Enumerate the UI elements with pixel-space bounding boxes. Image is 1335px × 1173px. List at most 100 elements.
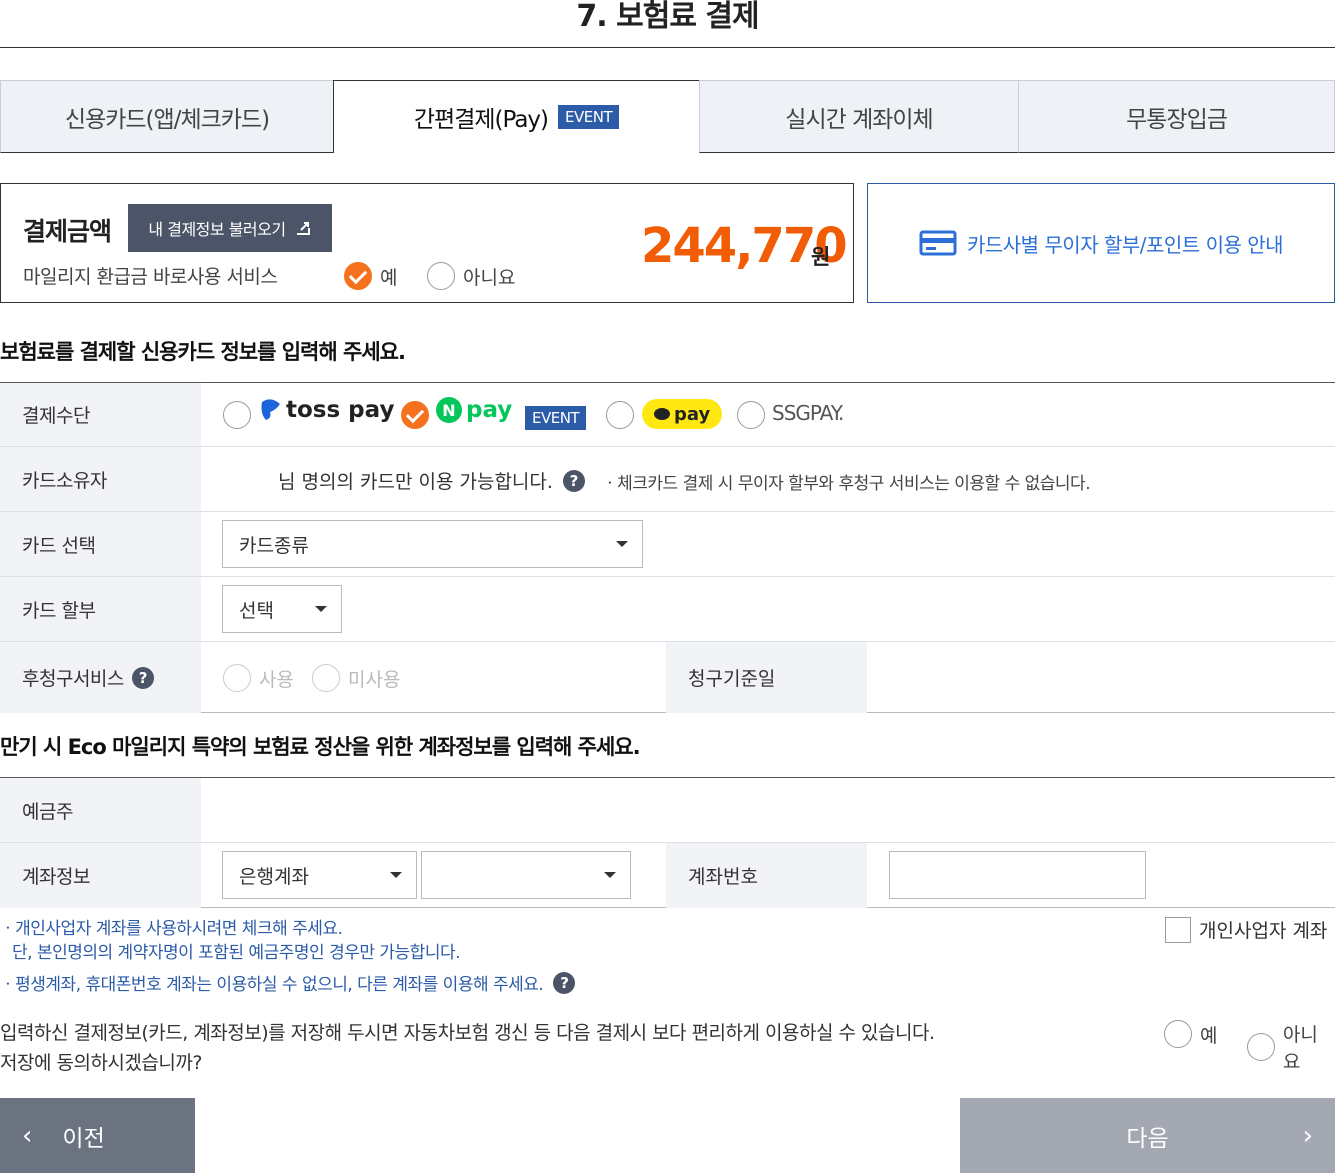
- radio-label: 예: [380, 266, 398, 289]
- billing-date-label: 청구기준일: [666, 642, 867, 713]
- checkbox-label: 개인사업자 계좌: [1199, 920, 1328, 942]
- account-info-label: 계좌정보: [0, 843, 201, 908]
- prev-button-label: 이전: [62, 1125, 105, 1152]
- radio-icon: [1164, 1020, 1192, 1048]
- tab-realtime-transfer[interactable]: 실시간 계좌이체: [699, 80, 1019, 153]
- card-owner-row: 카드소유자 님 명의의 카드만 이용 가능합니다. ? ㆍ체크카드 결제 시 무…: [0, 447, 1335, 512]
- toss-pay-logo: toss pay: [258, 397, 394, 423]
- post-billing-label: 후청구서비스: [22, 668, 124, 690]
- chevron-down-icon: [390, 872, 402, 878]
- mileage-no-radio[interactable]: 아니요: [427, 262, 515, 290]
- help-icon[interactable]: ?: [553, 971, 576, 994]
- post-billing-use-radio[interactable]: 사용: [223, 664, 294, 692]
- credit-card-icon: [919, 230, 957, 256]
- event-badge: EVENT: [558, 105, 620, 129]
- amount-label: 결제금액: [23, 217, 112, 246]
- mileage-service-label: 마일리지 환급금 바로사용 서비스: [23, 266, 278, 288]
- post-billing-label-cell: 후청구서비스 ?: [0, 642, 201, 713]
- business-account-note-detail: 단, 본인명의의 계약자명이 포함된 예금주명인 경우만 가능합니다.: [12, 943, 461, 963]
- tab-simple-pay[interactable]: 간편결제(Pay) EVENT: [333, 80, 700, 153]
- consent-no-radio[interactable]: 아니요: [1247, 1020, 1335, 1074]
- card-type-select[interactable]: 카드종류: [222, 520, 643, 568]
- card-owner-label: 카드소유자: [0, 447, 201, 511]
- page-title: 7. 보험료 결제: [0, 0, 1335, 48]
- naver-pay-text: pay: [466, 397, 513, 423]
- account-holder-label: 예금주: [0, 778, 201, 842]
- ssg-pay-text: SSGPAY.: [772, 401, 844, 425]
- kakao-pay-radio[interactable]: [606, 401, 634, 429]
- radio-label: 아니요: [1282, 1024, 1318, 1073]
- business-account-note: ㆍ개인사업자 계좌를 사용하시려면 체크해 주세요.: [0, 919, 343, 939]
- toss-pay-text: toss pay: [286, 397, 395, 423]
- amount-panel: 결제금액 내 결제정보 불러오기 마일리지 환급금 바로사용 서비스 예 아니요…: [0, 183, 854, 303]
- help-icon[interactable]: ?: [131, 666, 154, 689]
- radio-icon: [223, 664, 251, 692]
- naver-pay-event-badge: EVENT: [525, 406, 587, 430]
- card-select-label: 카드 선택: [0, 512, 201, 576]
- kakao-pay-text: pay: [674, 403, 711, 425]
- business-account-checkbox[interactable]: 개인사업자 계좌: [1165, 916, 1327, 943]
- radio-icon: [312, 664, 340, 692]
- naver-pay-radio[interactable]: [401, 401, 429, 429]
- account-number-label: 계좌번호: [666, 843, 867, 908]
- radio-label: 예: [1200, 1024, 1218, 1047]
- load-icon: [296, 222, 310, 235]
- next-button-label: 다음: [1126, 1125, 1169, 1152]
- chevron-right-icon: ›: [1302, 1121, 1313, 1151]
- checkbox-icon: [1165, 916, 1191, 943]
- account-info-row: 계좌정보 은행계좌 계좌번호: [0, 843, 1335, 908]
- help-icon[interactable]: ?: [562, 469, 585, 492]
- bank-type-select[interactable]: 은행계좌: [222, 851, 417, 899]
- bank-name-select[interactable]: [421, 851, 631, 899]
- card-form-table: 결제수단 toss pay N pay EVENT pay SSGPAY. 카드…: [0, 382, 1335, 713]
- radio-label: 사용: [259, 668, 294, 691]
- load-button-label: 내 결제정보 불러오기: [148, 220, 286, 239]
- select-value: 카드종류: [239, 534, 309, 557]
- card-owner-text: 님 명의의 카드만 이용 가능합니다.: [278, 471, 553, 493]
- tab-label: 무통장입금: [1126, 106, 1228, 133]
- naver-pay-logo: N pay: [436, 397, 512, 423]
- consent-yes-radio[interactable]: 예: [1164, 1020, 1217, 1048]
- chevron-down-icon: [604, 872, 616, 878]
- mileage-yes-radio[interactable]: 예: [344, 262, 397, 290]
- lifetime-account-note: ㆍ평생계좌, 휴대폰번호 계좌는 이용하실 수 없으니, 다른 계좌를 이용해 …: [0, 970, 576, 995]
- kakao-pay-logo: pay: [642, 399, 723, 429]
- save-consent-text: 입력하신 결제정보(카드, 계좌정보)를 저장해 두시면 자동차보험 갱신 등 …: [0, 1018, 935, 1078]
- account-section-title: 만기 시 Eco 마일리지 특약의 보험료 정산을 위한 계좌정보를 입력해 주…: [0, 735, 641, 759]
- post-billing-nouse-radio[interactable]: 미사용: [312, 664, 400, 692]
- tab-credit-card[interactable]: 신용카드(앱/체크카드): [0, 80, 334, 153]
- account-number-input[interactable]: [889, 851, 1146, 899]
- account-holder-row: 예금주: [0, 778, 1335, 843]
- payment-method-label: 결제수단: [0, 383, 201, 446]
- post-billing-row: 후청구서비스 ? 사용 미사용 청구기준일: [0, 642, 1335, 713]
- select-value: 선택: [239, 599, 274, 622]
- lifetime-account-note-text: ㆍ평생계좌, 휴대폰번호 계좌는 이용하실 수 없으니, 다른 계좌를 이용해 …: [0, 975, 544, 995]
- tab-label: 간편결제(Pay): [413, 107, 549, 133]
- amount-unit: 원: [811, 245, 831, 269]
- kakao-bubble-icon: [654, 408, 670, 420]
- toss-logo-icon: [261, 399, 280, 420]
- naver-n-icon: N: [436, 397, 462, 423]
- chevron-down-icon: [315, 606, 327, 612]
- consent-line-1: 입력하신 결제정보(카드, 계좌정보)를 저장해 두시면 자동차보험 갱신 등 …: [0, 1022, 935, 1044]
- card-select-row: 카드 선택 카드종류: [0, 512, 1335, 577]
- ssg-pay-radio[interactable]: [737, 401, 765, 429]
- prev-button[interactable]: ‹ 이전: [0, 1098, 195, 1173]
- load-payment-info-button[interactable]: 내 결제정보 불러오기: [128, 204, 332, 252]
- check-card-note: ㆍ체크카드 결제 시 무이자 할부와 후청구 서비스는 이용할 수 없습니다.: [602, 474, 1091, 494]
- chevron-down-icon: [616, 541, 628, 547]
- tab-bank-deposit[interactable]: 무통장입금: [1018, 80, 1335, 153]
- payment-tabs: 신용카드(앱/체크카드) 간편결제(Pay) EVENT 실시간 계좌이체 무통…: [0, 80, 1335, 153]
- radio-icon: [1247, 1033, 1275, 1061]
- radio-label: 미사용: [348, 668, 401, 691]
- radio-icon: [427, 262, 455, 290]
- installment-select[interactable]: 선택: [222, 585, 342, 633]
- account-form-table: 예금주 계좌정보 은행계좌 계좌번호: [0, 777, 1335, 908]
- toss-pay-radio[interactable]: [223, 401, 251, 429]
- card-installment-guide-button[interactable]: 카드사별 무이자 할부/포인트 이용 안내: [867, 183, 1335, 303]
- card-owner-info: 님 명의의 카드만 이용 가능합니다. ?: [278, 467, 585, 494]
- next-button[interactable]: 다음 ›: [960, 1098, 1335, 1173]
- card-section-title: 보험료를 결제할 신용카드 정보를 입력해 주세요.: [0, 340, 406, 364]
- chevron-left-icon: ‹: [22, 1120, 33, 1151]
- payment-method-row: 결제수단 toss pay N pay EVENT pay SSGPAY.: [0, 383, 1335, 447]
